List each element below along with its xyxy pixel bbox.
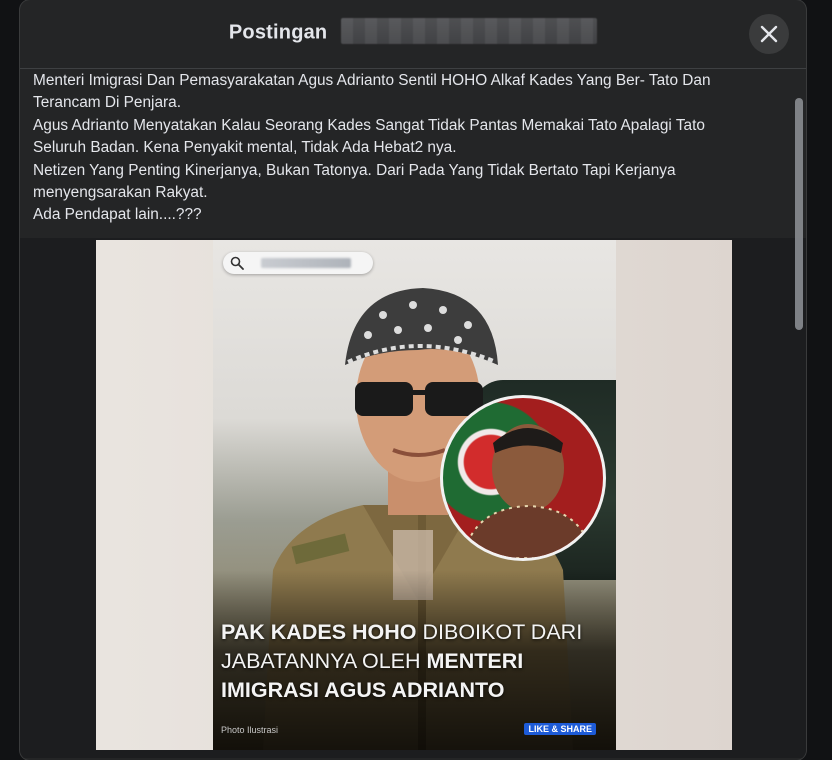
modal-title: Postingan (20, 18, 806, 46)
like-share-badge: LIKE & SHARE (524, 723, 596, 735)
post-photo[interactable]: PAK KADES HOHO DIBOIKOT DARI JABATANNYA … (96, 240, 732, 750)
post-text-line: Terancam Di Penjara. (33, 94, 181, 112)
search-icon (230, 256, 244, 270)
post-text-line: Seluruh Badan. Kena Penyakit mental, Tid… (33, 139, 457, 157)
redacted-search-text (261, 258, 351, 268)
news-image: PAK KADES HOHO DIBOIKOT DARI JABATANNYA … (213, 240, 616, 750)
search-bar (223, 252, 373, 274)
headline-part: PAK KADES HOHO (221, 620, 417, 644)
scrollbar[interactable] (795, 98, 803, 330)
redacted-name (341, 18, 598, 44)
headline-part: DIBOIKOT DARI (416, 620, 583, 644)
post-modal: Postingan Menteri Imigrasi Dan Pemasyara… (20, 0, 806, 760)
post-text-line: Agus Adrianto Menyatakan Kalau Seorang K… (33, 116, 705, 134)
modal-title-text: Postingan (228, 21, 328, 44)
inset-portrait (440, 395, 606, 561)
photo-caption: Photo Ilustrasi (221, 725, 279, 735)
post-media: PAK KADES HOHO DIBOIKOT DARI JABATANNYA … (20, 238, 806, 758)
headline-part: JABATANNYA OLEH (221, 649, 427, 673)
headline-part: IMIGRASI AGUS ADRIANTO (221, 678, 505, 702)
news-headline: PAK KADES HOHO DIBOIKOT DARI JABATANNYA … (221, 618, 616, 705)
post-text-line: Netizen Yang Penting Kinerjanya, Bukan T… (33, 161, 676, 179)
post-text-line: menyengsarakan Rakyat. (33, 184, 208, 202)
post-text-line: Ada Pendapat lain....??? (33, 206, 202, 224)
inset-person (461, 424, 595, 558)
modal-header: Postingan (20, 0, 806, 69)
close-button[interactable] (749, 14, 789, 54)
post-text-line: Menteri Imigrasi Dan Pemasyarakatan Agus… (33, 72, 711, 89)
headline-part: MENTERI (426, 649, 524, 673)
close-icon (760, 25, 778, 43)
post-text: Menteri Imigrasi Dan Pemasyarakatan Agus… (33, 70, 793, 227)
